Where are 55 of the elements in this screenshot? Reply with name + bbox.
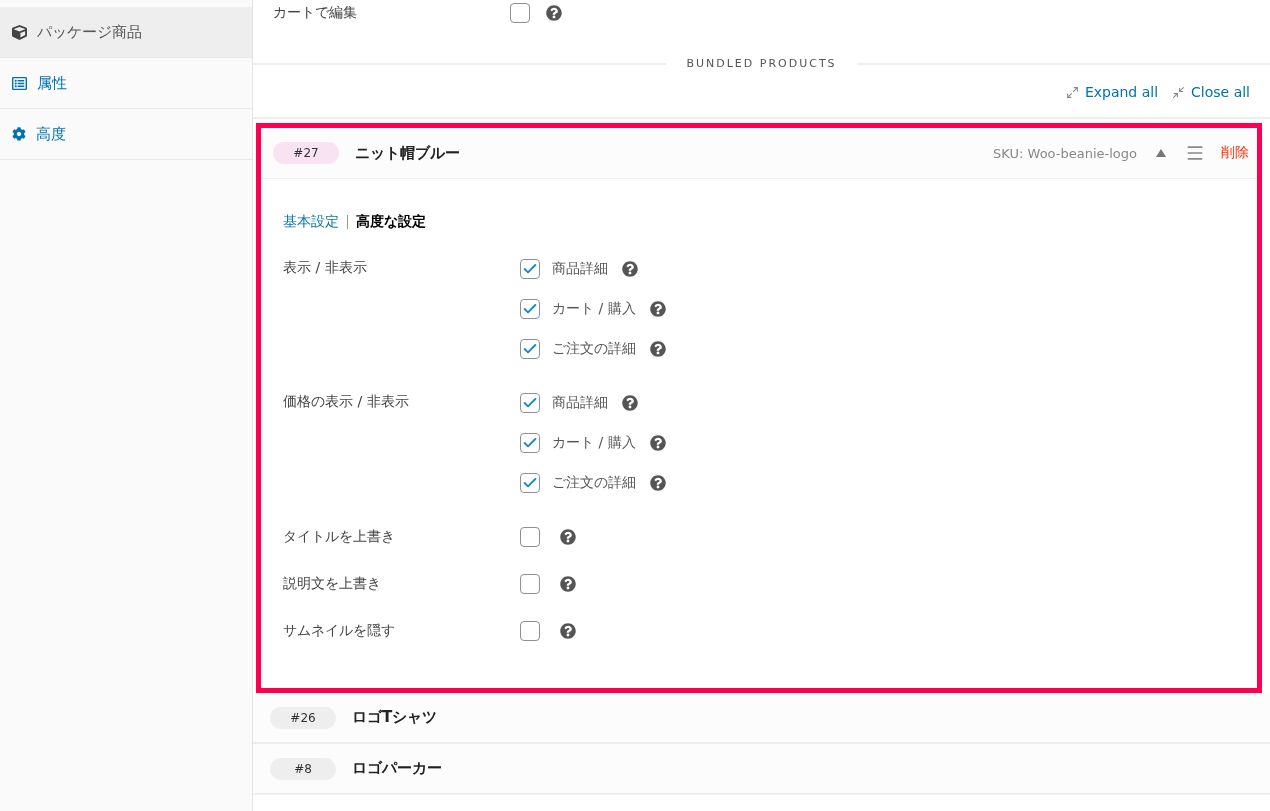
checkbox[interactable] bbox=[520, 621, 540, 641]
list-icon bbox=[12, 75, 27, 91]
product-name: ロゴパーカー bbox=[352, 759, 443, 778]
checkbox[interactable] bbox=[510, 3, 530, 23]
option-label: 説明文を上書き bbox=[283, 575, 382, 593]
delete-link[interactable]: 削除 bbox=[1221, 144, 1249, 162]
section-title: BUNDLED PRODUCTS bbox=[685, 57, 838, 70]
checkbox[interactable] bbox=[520, 574, 540, 594]
help-icon[interactable] bbox=[560, 576, 576, 592]
option-label: サムネイルを隠す bbox=[283, 622, 396, 640]
help-icon[interactable] bbox=[560, 529, 576, 545]
sku-text: SKU: Woo-beanie-logo bbox=[993, 145, 1137, 161]
checkbox[interactable] bbox=[520, 527, 540, 547]
product-id: #8 bbox=[270, 757, 336, 780]
expand-icon bbox=[1065, 85, 1079, 99]
checkbox[interactable] bbox=[520, 433, 540, 453]
help-icon[interactable] bbox=[649, 301, 666, 317]
sidebar-item[interactable]: パッケージ商品 bbox=[0, 7, 252, 58]
option-label: 価格の表示 / 非表示 bbox=[283, 393, 410, 411]
sidebar-item[interactable]: 高度 bbox=[0, 109, 252, 160]
checkbox-label: ご注文の詳細 bbox=[552, 474, 636, 492]
expand-all-link[interactable]: Expand all bbox=[1065, 84, 1159, 100]
product-name: ロゴTシャツ bbox=[352, 708, 439, 727]
help-icon[interactable] bbox=[622, 395, 638, 411]
help-icon[interactable] bbox=[650, 475, 666, 491]
sidebar-item[interactable]: 属性 bbox=[0, 58, 252, 109]
checkbox[interactable] bbox=[520, 393, 540, 413]
menu-icon[interactable] bbox=[1185, 143, 1205, 163]
help-icon[interactable] bbox=[650, 341, 666, 357]
product-name: ニット帽ブルー bbox=[355, 143, 461, 163]
checkbox[interactable] bbox=[520, 299, 540, 319]
product-id: #27 bbox=[273, 142, 339, 164]
checkbox-label: カート / 購入 bbox=[552, 300, 636, 318]
collapse-icon bbox=[1172, 85, 1186, 99]
help-icon[interactable] bbox=[622, 261, 638, 277]
help-icon[interactable] bbox=[649, 435, 666, 451]
checkbox-label: 商品詳細 bbox=[552, 394, 608, 412]
option-label: 表示 / 非表示 bbox=[283, 259, 368, 277]
close-all-link[interactable]: Close all bbox=[1172, 84, 1250, 100]
checkbox-label: ご注文の詳細 bbox=[552, 340, 636, 358]
option-label: カートで編集 bbox=[273, 4, 358, 22]
product-id: #26 bbox=[270, 706, 336, 729]
checkbox[interactable] bbox=[520, 259, 540, 279]
checkbox[interactable] bbox=[520, 339, 540, 359]
settings-tab[interactable]: 高度な設定 bbox=[356, 213, 426, 231]
checkbox[interactable] bbox=[520, 473, 540, 493]
collapse-arrow-icon[interactable] bbox=[1155, 148, 1167, 158]
checkbox-label: カート / 購入 bbox=[552, 434, 636, 452]
gear-icon bbox=[12, 127, 26, 141]
help-icon[interactable] bbox=[560, 623, 576, 639]
settings-tab[interactable]: 基本設定 bbox=[283, 213, 339, 231]
cube-icon bbox=[12, 24, 27, 40]
checkbox-label: 商品詳細 bbox=[552, 260, 608, 278]
option-label: タイトルを上書き bbox=[283, 528, 396, 546]
help-icon[interactable] bbox=[546, 5, 562, 21]
